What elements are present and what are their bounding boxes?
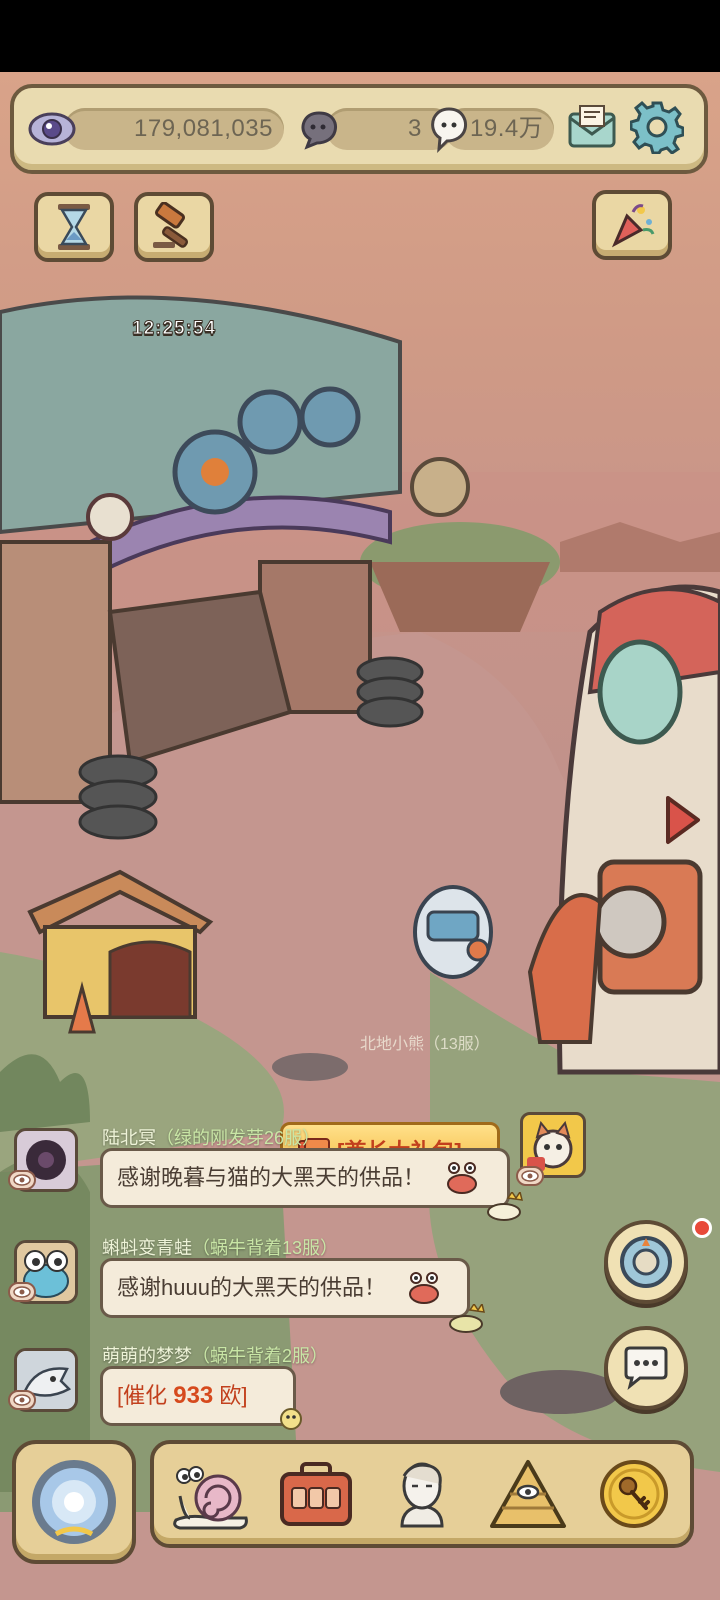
dial-icon bbox=[620, 1236, 672, 1288]
hourglass-button[interactable] bbox=[34, 192, 114, 262]
nav-snail[interactable] bbox=[170, 1454, 250, 1534]
crab-emoji-icon bbox=[447, 1162, 477, 1194]
auction-timer: 12:25:54 bbox=[131, 318, 217, 340]
notification-dot bbox=[692, 1218, 712, 1238]
catalyst-number: 933 bbox=[173, 1382, 214, 1409]
snail-icon bbox=[173, 1466, 248, 1530]
pyramid-eye-icon bbox=[490, 1460, 566, 1528]
eye-badge bbox=[8, 1282, 36, 1302]
arrow-right-icon[interactable] bbox=[660, 790, 704, 850]
bust-icon bbox=[400, 1462, 444, 1528]
status-bar bbox=[0, 0, 720, 72]
dial-button[interactable] bbox=[604, 1220, 688, 1304]
bubble-count: 3 bbox=[408, 115, 422, 142]
auction-button[interactable] bbox=[134, 192, 214, 262]
chat-sender: 陆北冥（绿的刚发芽26服） bbox=[102, 1128, 321, 1148]
auction-hammer-icon bbox=[153, 202, 189, 248]
snail-crown-icon bbox=[487, 1192, 523, 1221]
eye-icon bbox=[28, 106, 76, 152]
eye-badge bbox=[8, 1170, 36, 1190]
gear-icon[interactable] bbox=[628, 98, 686, 156]
briefcase-icon bbox=[280, 1462, 352, 1526]
chat-sender: 蝌蚪变青蛙（蜗牛背着13服） bbox=[102, 1238, 339, 1258]
key-coin-icon bbox=[600, 1460, 668, 1528]
resource-bar: 179,081,035 3 19.4万 bbox=[10, 84, 708, 174]
mail-icon[interactable] bbox=[564, 100, 620, 156]
gift-sender-name: 北地小熊（13服） bbox=[360, 1036, 490, 1053]
portal-icon bbox=[32, 1460, 116, 1544]
chat-message: [催化 933 欧] bbox=[100, 1366, 296, 1426]
speech-bubble-icon bbox=[296, 106, 342, 152]
nav-key[interactable] bbox=[594, 1454, 674, 1534]
gift-eye-badge bbox=[516, 1166, 544, 1186]
snail-crown-icon bbox=[449, 1304, 485, 1333]
hourglass-icon bbox=[58, 204, 90, 250]
ghost-icon bbox=[426, 104, 472, 154]
eye-amount: 179,081,035 bbox=[134, 115, 273, 142]
chat-icon bbox=[624, 1346, 668, 1390]
game-scene[interactable]: 179,081,035 3 19.4万 12:25:54 北地小熊（13服） 陆… bbox=[0, 72, 720, 1600]
nav-bust[interactable] bbox=[382, 1454, 462, 1534]
chat-sender: 萌萌的梦梦（蜗牛背着2服） bbox=[102, 1346, 329, 1366]
party-button[interactable] bbox=[592, 190, 672, 260]
eye-badge bbox=[8, 1390, 36, 1410]
portal-button[interactable] bbox=[12, 1440, 136, 1564]
party-popper-icon bbox=[611, 204, 655, 248]
ghost-amount: 19.4万 bbox=[470, 115, 544, 142]
chat-button[interactable] bbox=[604, 1326, 688, 1410]
nav-pyramid[interactable] bbox=[488, 1454, 568, 1534]
crab-emoji-icon bbox=[409, 1272, 439, 1304]
chick-emoji-icon bbox=[280, 1408, 302, 1430]
nav-briefcase[interactable] bbox=[276, 1454, 356, 1534]
